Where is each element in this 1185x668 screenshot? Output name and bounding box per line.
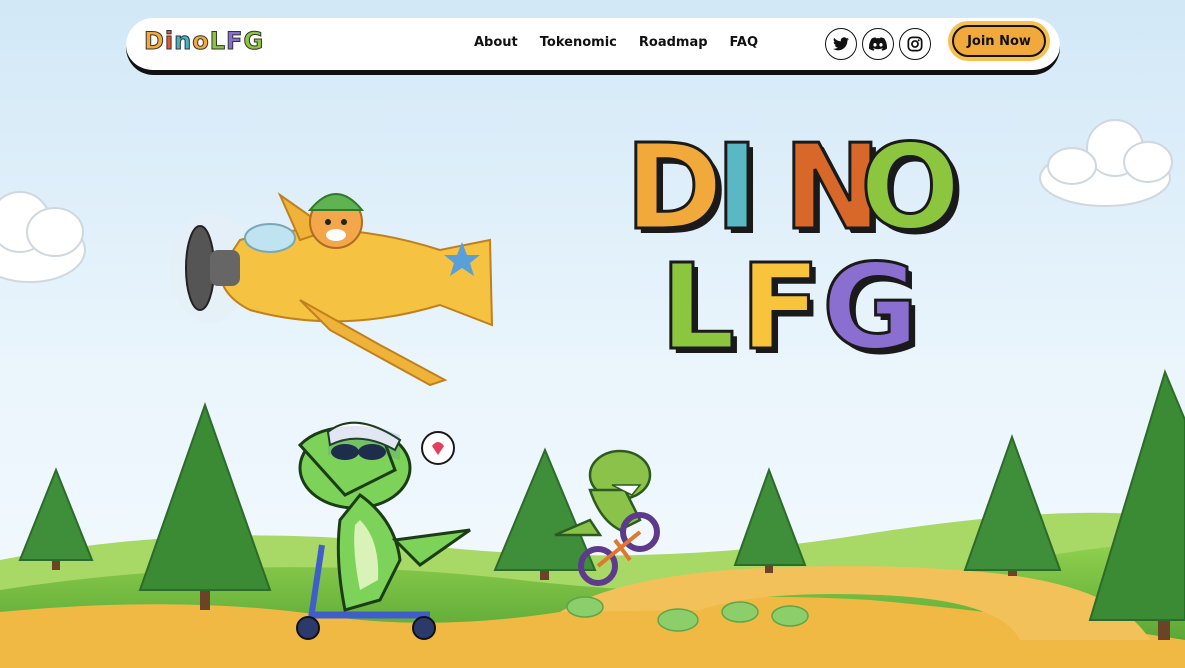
landscape-background bbox=[0, 0, 1185, 668]
instagram-icon bbox=[907, 36, 923, 52]
hero-letter: L bbox=[658, 238, 736, 376]
logo-letter: n bbox=[174, 27, 193, 56]
hero-letter: I bbox=[714, 118, 761, 256]
logo-letter: G bbox=[243, 27, 265, 56]
nav-link-roadmap[interactable]: Roadmap bbox=[639, 35, 708, 50]
logo-letter: D bbox=[144, 27, 165, 56]
twitter-button[interactable] bbox=[825, 28, 857, 60]
nav-menu: About Tokenomic Roadmap FAQ bbox=[474, 35, 758, 50]
hero-letter: O bbox=[858, 118, 961, 256]
nav-link-faq[interactable]: FAQ bbox=[730, 35, 759, 50]
join-now-button[interactable]: Join Now bbox=[952, 25, 1046, 57]
hero-scene bbox=[0, 0, 1185, 668]
discord-button[interactable] bbox=[862, 28, 894, 60]
hero-letter: G bbox=[821, 238, 921, 376]
logo-letter: L bbox=[209, 27, 227, 56]
nav-link-tokenomic[interactable]: Tokenomic bbox=[540, 35, 617, 50]
nav-link-about[interactable]: About bbox=[474, 35, 518, 50]
hero-letter: F bbox=[739, 238, 823, 376]
twitter-icon bbox=[833, 37, 849, 51]
logo-letter: o bbox=[192, 27, 210, 56]
discord-icon bbox=[869, 37, 887, 51]
top-navbar: DinoLFG About Tokenomic Roadmap FAQ Join… bbox=[126, 18, 1060, 73]
logo-letter: F bbox=[226, 27, 244, 56]
brand-logo[interactable]: DinoLFG bbox=[144, 27, 265, 56]
instagram-button[interactable] bbox=[899, 28, 931, 60]
logo-letter: i bbox=[164, 27, 175, 56]
hero-letter: D bbox=[624, 118, 725, 256]
